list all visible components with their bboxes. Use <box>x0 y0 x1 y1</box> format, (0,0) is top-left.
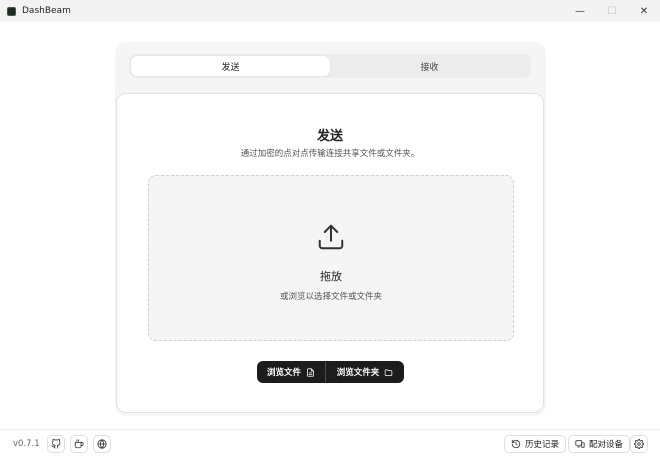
version-label: v0.7.1 <box>13 439 40 449</box>
tab-receive[interactable]: 接收 <box>330 56 529 76</box>
history-button[interactable]: 历史记录 <box>504 435 567 453</box>
browse-files-button[interactable]: 浏览文件 <box>257 361 326 383</box>
globe-icon <box>97 439 107 449</box>
send-title: 发送 <box>316 129 343 144</box>
history-label: 历史记录 <box>525 440 560 450</box>
browse-button-group: 浏览文件 浏览文件夹 <box>257 361 404 383</box>
maximize-button[interactable]: ☐ <box>596 0 628 22</box>
app-logo-icon <box>7 6 16 16</box>
gear-icon <box>634 439 644 449</box>
drop-zone-subtitle: 或浏览以选择文件或文件夹 <box>279 292 382 302</box>
website-button[interactable] <box>93 435 111 453</box>
settings-button[interactable] <box>630 435 648 453</box>
coffee-button[interactable] <box>70 435 88 453</box>
file-icon <box>307 367 314 377</box>
browse-files-label: 浏览文件 <box>266 368 301 378</box>
tab-send[interactable]: 发送 <box>131 56 330 76</box>
send-card: 发送 通过加密的点对点传输连接共享文件或文件夹。 拖放 或浏览以选择文件或文件夹… <box>116 93 544 413</box>
upload-icon <box>318 224 344 250</box>
pair-devices-label: 配对设备 <box>589 440 624 450</box>
github-icon <box>51 439 61 449</box>
browse-folder-button[interactable]: 浏览文件夹 <box>326 361 404 383</box>
send-description: 通过加密的点对点传输连接共享文件或文件夹。 <box>240 149 420 159</box>
browse-folder-label: 浏览文件夹 <box>336 368 380 378</box>
pair-devices-button[interactable]: 配对设备 <box>568 435 631 453</box>
title-bar: DashBeam — ☐ ✕ <box>0 0 660 22</box>
window-controls: — ☐ ✕ <box>564 0 660 22</box>
footer-bar: v0.7.1 历史记录 配对设备 <box>0 429 660 459</box>
history-icon <box>511 439 521 449</box>
coffee-icon <box>74 439 84 449</box>
github-button[interactable] <box>47 435 65 453</box>
drop-zone[interactable]: 拖放 或浏览以选择文件或文件夹 <box>148 175 514 341</box>
close-button[interactable]: ✕ <box>628 0 660 22</box>
minimize-button[interactable]: — <box>564 0 596 22</box>
mode-tabs: 发送 接收 <box>129 54 531 78</box>
devices-icon <box>575 440 585 448</box>
drop-zone-title: 拖放 <box>320 270 342 283</box>
window-title: DashBeam <box>22 6 71 16</box>
folder-icon <box>385 369 393 376</box>
main-panel: 发送 接收 发送 通过加密的点对点传输连接共享文件或文件夹。 拖放 或浏览以选择… <box>115 42 546 416</box>
